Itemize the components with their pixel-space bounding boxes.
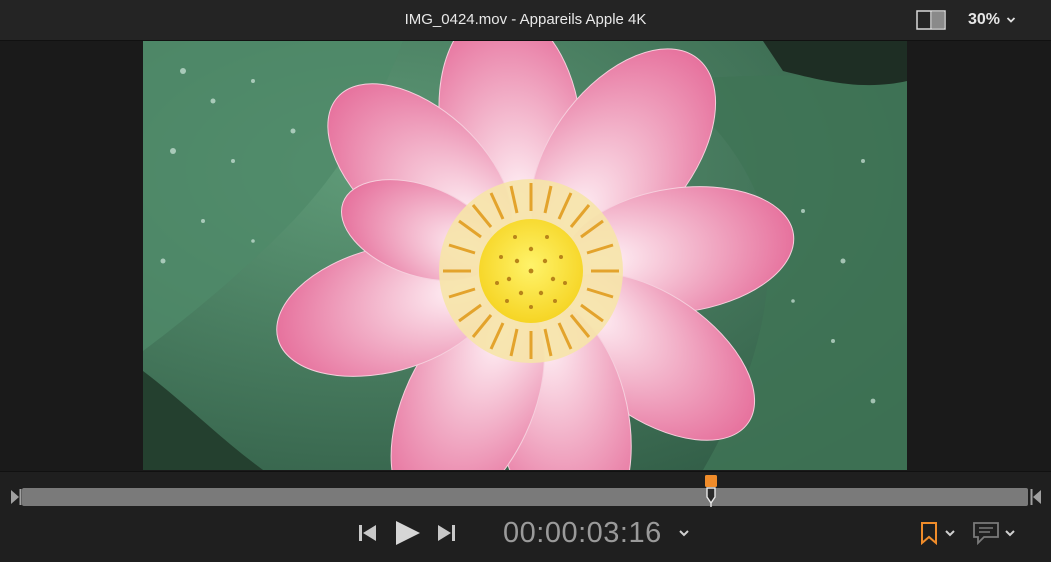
lotus-image [143,41,907,470]
chevron-down-icon [945,530,955,537]
range-end-handle-icon[interactable] [1030,488,1042,506]
chevron-down-icon [1006,17,1016,23]
zoom-level: 30% [968,11,1001,28]
skip-forward-icon[interactable] [436,515,458,551]
skip-back-icon[interactable] [356,515,378,551]
bookmark-icon [921,522,937,545]
chevron-down-icon [1005,530,1015,537]
title-bar: IMG_0424.mov - Appareils Apple 4K 30% [0,0,1051,41]
marker-button[interactable] [918,520,964,546]
scrub-bar[interactable] [22,488,1028,506]
timecode-display[interactable]: 00:00:03:16 [503,513,662,553]
view-toggle-icon[interactable] [916,10,946,30]
comment-button[interactable] [972,520,1022,546]
chevron-down-icon[interactable] [678,527,690,539]
playhead-icon[interactable] [703,474,719,508]
zoom-menu[interactable]: 30% [968,0,1016,40]
video-frame [143,41,907,470]
comment-icon [973,522,999,545]
range-start-handle-icon[interactable] [10,488,22,506]
play-icon[interactable] [393,515,421,551]
window-title: IMG_0424.mov - Appareils Apple 4K [404,11,647,28]
